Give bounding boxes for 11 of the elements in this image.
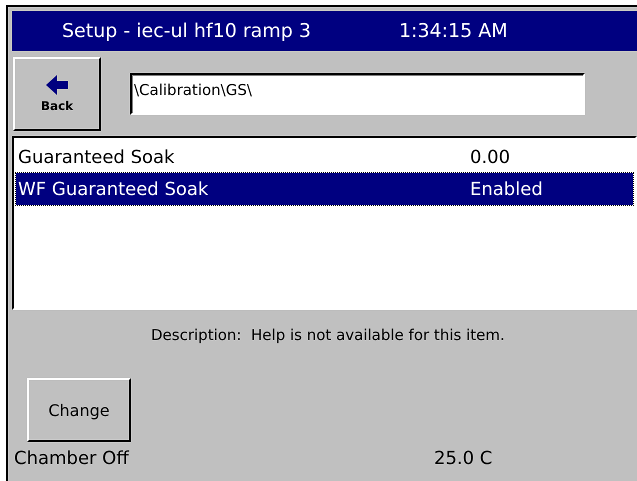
window-title: Setup - iec-ul hf10 ramp 3	[62, 20, 311, 42]
list-item[interactable]: Guaranteed Soak 0.00	[16, 141, 633, 173]
temperature-reading: 25.0 C	[434, 448, 492, 468]
list-item[interactable]: WF Guaranteed Soak Enabled	[16, 173, 633, 205]
left-arrow-icon	[46, 74, 68, 94]
change-button[interactable]: Change	[27, 378, 131, 442]
back-button[interactable]: Back	[13, 56, 101, 130]
chamber-status: Chamber Off	[13, 448, 130, 468]
path-field[interactable]: \Calibration\GS\	[130, 72, 585, 114]
description-text: Description: Help is not available for this item.	[151, 326, 505, 344]
clock-time: 1:34:15 AM	[398, 20, 508, 42]
